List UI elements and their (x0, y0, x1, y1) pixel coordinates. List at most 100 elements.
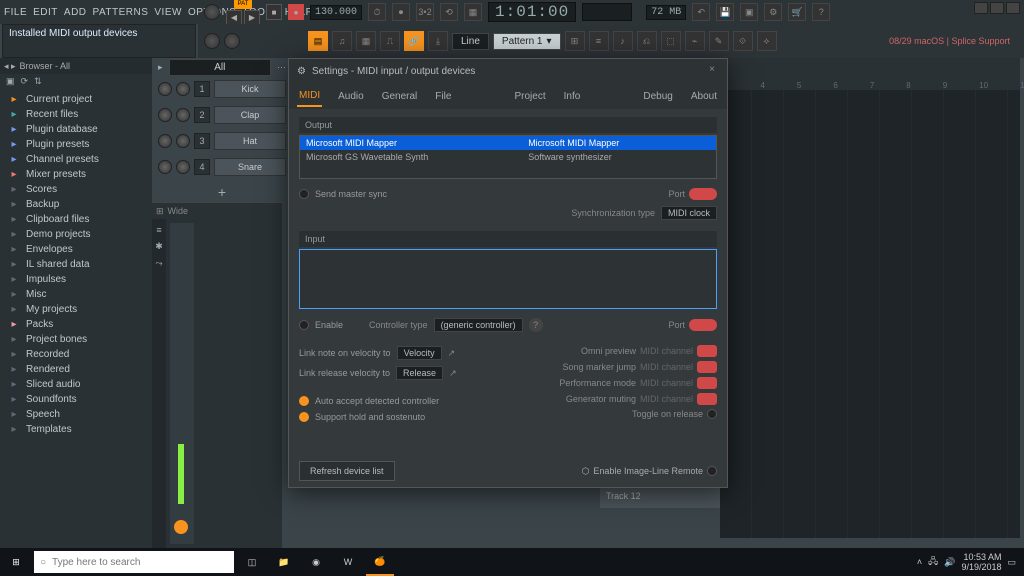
pitch-knob[interactable] (204, 33, 220, 49)
send-master-led[interactable] (299, 189, 309, 199)
browser-item[interactable]: ▸Packs (0, 317, 152, 332)
channel-vol-knob[interactable] (176, 108, 190, 122)
link-note-curve-icon[interactable]: ↗ (448, 348, 456, 359)
tool-i[interactable]: ⟡ (757, 31, 777, 51)
output-device-list[interactable]: Microsoft MIDI MapperMicrosoft MIDI Mapp… (299, 135, 717, 179)
chrome-icon[interactable]: ◉ (302, 548, 330, 576)
save-icon[interactable]: 💾 (716, 3, 734, 21)
start-button[interactable]: ⊞ (2, 548, 30, 576)
metronome-icon[interactable]: ⏱ (368, 3, 386, 21)
tool-d[interactable]: ⎌ (637, 31, 657, 51)
ch-opts-icon[interactable]: ⋯ (277, 62, 286, 73)
mixer-track-1[interactable] (198, 223, 218, 544)
menu-patterns[interactable]: PATTERNS (93, 7, 149, 18)
output-device-row[interactable]: Microsoft GS Wavetable SynthSoftware syn… (300, 150, 716, 164)
browser-item[interactable]: ▸Templates (0, 422, 152, 437)
route-icon[interactable]: ⤳ (155, 258, 162, 269)
tool-e[interactable]: ⬚ (661, 31, 681, 51)
main-volume-knob[interactable] (204, 4, 220, 20)
tab-general[interactable]: General (380, 87, 420, 106)
browser-item[interactable]: ▸Channel presets (0, 152, 152, 167)
song-position[interactable]: 1:01:00 (488, 2, 576, 22)
menu-add[interactable]: ADD (64, 7, 87, 18)
wait-icon[interactable]: 3•2 (416, 3, 434, 21)
dialog-close-button[interactable]: × (705, 64, 719, 78)
add-channel-button[interactable]: + (152, 184, 292, 200)
browser-item[interactable]: ▸Plugin database (0, 122, 152, 137)
playlist-grid[interactable] (720, 90, 1020, 538)
menu-file[interactable]: FILE (4, 7, 27, 18)
mixer-track-master[interactable] (170, 223, 194, 544)
channel-number[interactable]: 4 (194, 159, 210, 175)
browser-item[interactable]: ▸Recorded (0, 347, 152, 362)
browser-item[interactable]: ▸Mixer presets (0, 167, 152, 182)
channel-name[interactable]: Kick (214, 80, 286, 98)
input-port-value[interactable] (689, 319, 717, 331)
swing-knob[interactable] (224, 33, 240, 49)
output-device-row[interactable]: Microsoft MIDI MapperMicrosoft MIDI Mapp… (300, 136, 716, 150)
browser-item[interactable]: ▸Demo projects (0, 227, 152, 242)
menu-view[interactable]: VIEW (154, 7, 182, 18)
settings-icon[interactable]: ⚙ (764, 3, 782, 21)
channel-pan-knob[interactable] (158, 108, 172, 122)
channel-row[interactable]: 2Clap (152, 102, 292, 128)
playlist-icon[interactable]: ▤ (308, 31, 328, 51)
sync-type-value[interactable]: MIDI clock (661, 206, 717, 220)
il-remote-led[interactable] (707, 466, 717, 476)
record-button[interactable]: ● (288, 4, 304, 20)
pattern-combo[interactable]: Pattern 1 ▾ (493, 33, 561, 50)
link-note-value[interactable]: Velocity (397, 346, 442, 360)
tab-file[interactable]: File (433, 87, 453, 106)
browser-icon[interactable]: 🔗 (404, 31, 424, 51)
browser-item[interactable]: ▸Sliced audio (0, 377, 152, 392)
tempo-display[interactable]: 130.000 (310, 5, 362, 20)
midi-channel-value[interactable] (697, 345, 717, 357)
word-icon[interactable]: W (334, 548, 362, 576)
controller-help-icon[interactable]: ? (529, 318, 543, 332)
mixer-wide-label[interactable]: Wide (168, 206, 189, 216)
channel-name[interactable]: Hat (214, 132, 286, 150)
browser-item[interactable]: ▸Backup (0, 197, 152, 212)
channel-row[interactable]: 4Snare (152, 154, 292, 180)
browser-item[interactable]: ▸Plugin presets (0, 137, 152, 152)
channel-filter[interactable]: All (169, 59, 271, 76)
channel-pan-knob[interactable] (158, 134, 172, 148)
toggle-release-led[interactable] (707, 409, 717, 419)
step-icon[interactable]: ▦ (464, 3, 482, 21)
browser-item[interactable]: ▸Misc (0, 287, 152, 302)
channel-number[interactable]: 1 (194, 81, 210, 97)
channel-pan-knob[interactable] (158, 82, 172, 96)
browser-item[interactable]: ▸Recent files (0, 107, 152, 122)
browser-item[interactable]: ▸IL shared data (0, 257, 152, 272)
auto-accept-led[interactable] (299, 396, 309, 406)
menu-edit[interactable]: EDIT (33, 7, 58, 18)
browser-item[interactable]: ▸Clipboard files (0, 212, 152, 227)
refresh-device-list-button[interactable]: Refresh device list (299, 461, 395, 481)
tool-g[interactable]: ✎ (709, 31, 729, 51)
task-view-icon[interactable]: ◫ (238, 548, 266, 576)
render-icon[interactable]: ▣ (740, 3, 758, 21)
minimize-button[interactable] (974, 2, 988, 14)
channel-row[interactable]: 1Kick (152, 76, 292, 102)
tool-b[interactable]: ≡ (589, 31, 609, 51)
controller-type-value[interactable]: (generic controller) (434, 318, 523, 332)
channel-name[interactable]: Clap (214, 106, 286, 124)
playlist-ruler[interactable]: 34567891011 (720, 58, 1020, 90)
channel-pan-knob[interactable] (158, 160, 172, 174)
channel-name[interactable]: Snare (214, 158, 286, 176)
tool-a[interactable]: ⊞ (565, 31, 585, 51)
channel-number[interactable]: 3 (194, 133, 210, 149)
tray-up-icon[interactable]: ˄ (917, 557, 922, 567)
browser-item[interactable]: ▸My projects (0, 302, 152, 317)
browser-item[interactable]: ▸Soundfonts (0, 392, 152, 407)
tray-vol-icon[interactable]: 🔊 (944, 557, 955, 568)
mixer-icon[interactable]: ⎍ (380, 31, 400, 51)
plugins-icon[interactable]: ⤓ (428, 31, 448, 51)
help-icon[interactable]: ? (812, 3, 830, 21)
browser-item[interactable]: ▸Impulses (0, 272, 152, 287)
eq-icon[interactable]: ≡ (156, 225, 161, 235)
close-button[interactable] (1006, 2, 1020, 14)
tab-info[interactable]: Info (562, 87, 583, 106)
pianoroll-icon[interactable]: ♫ (332, 31, 352, 51)
fx-icon[interactable]: ✱ (155, 241, 163, 252)
